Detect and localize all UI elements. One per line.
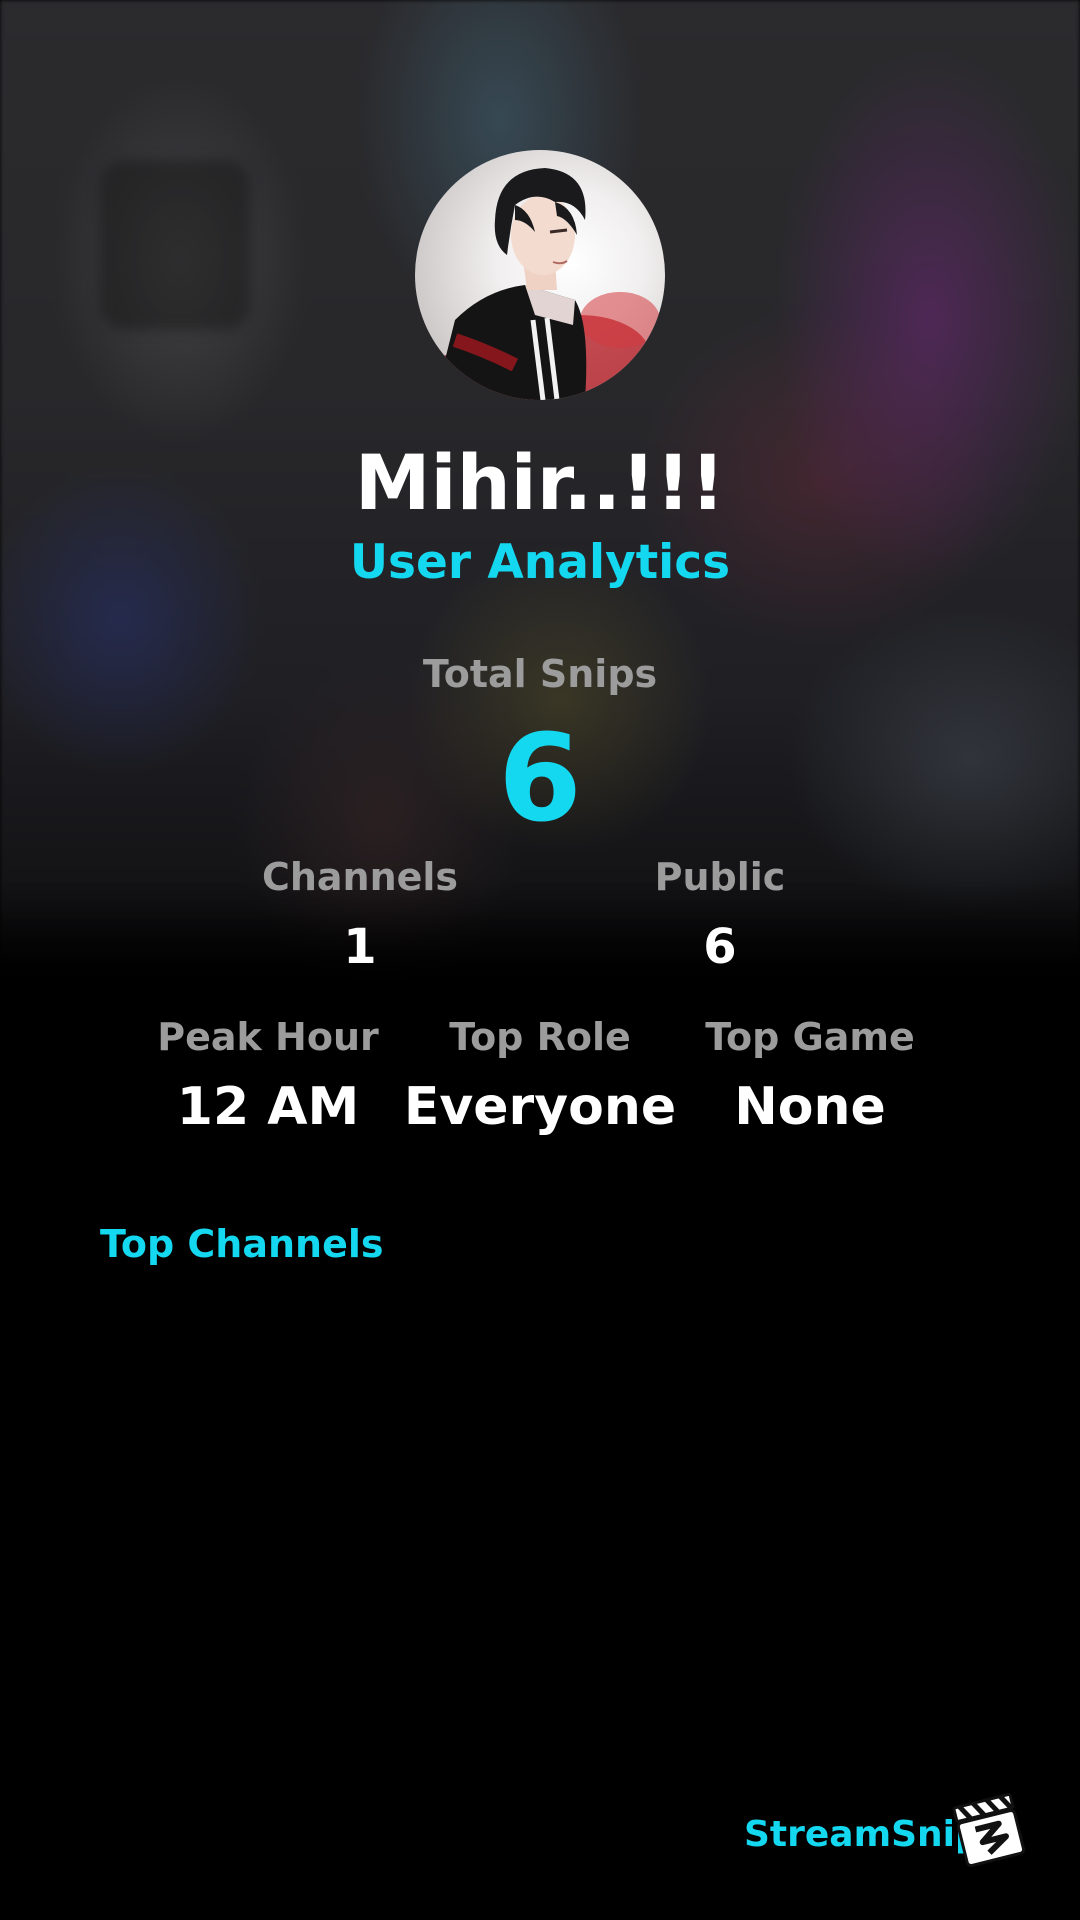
top-channels-heading: Top Channels <box>100 1222 384 1266</box>
stat-top-role: Top Role Everyone <box>390 1015 690 1137</box>
avatar <box>415 150 665 400</box>
page-subtitle: User Analytics <box>349 535 731 590</box>
stat-top-game-value: None <box>734 1077 886 1137</box>
stat-public-label: Public <box>654 855 786 899</box>
username: Mihir..!!! <box>354 438 726 527</box>
total-snips-label: Total Snips <box>422 652 658 696</box>
stat-top-game: Top Game None <box>660 1015 960 1137</box>
stat-peak-hour-value: 12 AM <box>176 1077 360 1137</box>
total-snips-value: 6 <box>498 710 582 849</box>
clapperboard-logo-icon <box>950 1790 1030 1870</box>
stat-top-role-value: Everyone <box>403 1077 677 1137</box>
stat-public-value: 6 <box>703 919 737 975</box>
stat-channels: Channels 1 <box>210 855 510 975</box>
stat-channels-label: Channels <box>261 855 459 899</box>
stat-public: Public 6 <box>570 855 870 975</box>
brand-name: StreamSnip <box>744 1814 981 1855</box>
background-blurred-shape <box>100 160 250 330</box>
stat-top-game-label: Top Game <box>705 1015 915 1059</box>
avatar-illustration <box>415 168 660 400</box>
stat-top-role-label: Top Role <box>449 1015 631 1059</box>
stat-peak-hour-label: Peak Hour <box>157 1015 379 1059</box>
header-fade-overlay <box>0 880 1080 1000</box>
stat-peak-hour: Peak Hour 12 AM <box>118 1015 418 1137</box>
stat-channels-value: 1 <box>343 919 377 975</box>
